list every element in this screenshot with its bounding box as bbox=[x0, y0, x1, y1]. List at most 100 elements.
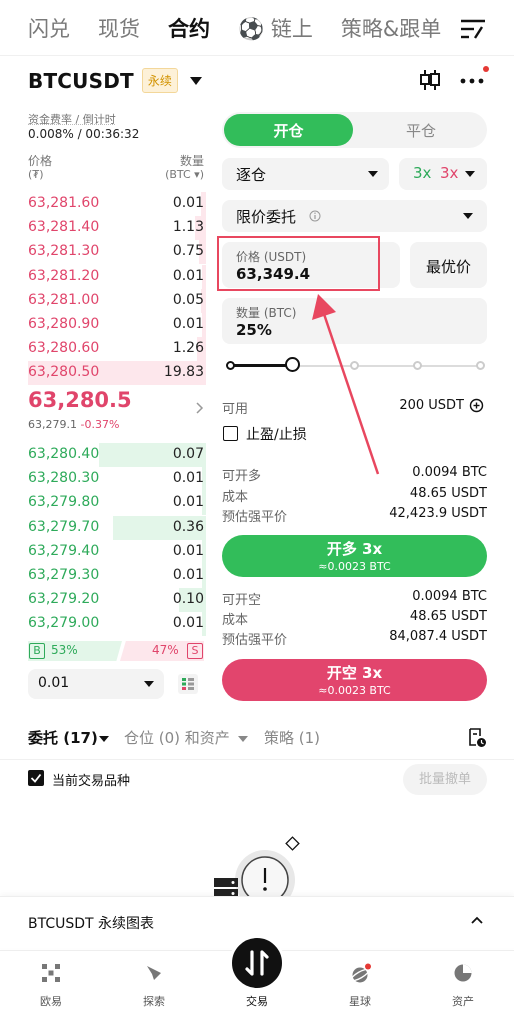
bid-row[interactable]: 63,279.20 0.10 bbox=[28, 588, 206, 613]
row-qty: 0.01 bbox=[172, 195, 204, 211]
slider-stop-75[interactable] bbox=[413, 361, 422, 370]
ask-row[interactable]: 63,281.60 0.01 bbox=[28, 192, 206, 216]
ask-row[interactable]: 63,280.90 0.01 bbox=[28, 313, 206, 337]
ask-row[interactable]: 63,281.30 0.75 bbox=[28, 240, 206, 265]
price-header: 价格 bbox=[28, 154, 53, 168]
short-max-label: 可开空 bbox=[222, 593, 262, 608]
qty-unit-selector[interactable]: (BTC ▾) bbox=[140, 168, 204, 181]
nav-assets[interactable]: 资产 bbox=[412, 951, 514, 1022]
open-short-sub: ≈0.0023 BTC bbox=[318, 684, 391, 697]
row-qty: 0.01 bbox=[172, 542, 204, 559]
mark-price-row: 63,279.1 -0.37% bbox=[28, 418, 119, 431]
quantity-value: 25% bbox=[236, 321, 272, 339]
long-max-label: 可开多 bbox=[222, 469, 262, 484]
nav-okx[interactable]: 欧易 bbox=[0, 951, 102, 1022]
buy-ratio: 53% bbox=[51, 643, 78, 657]
slider-stop-0[interactable] bbox=[226, 361, 235, 370]
candlestick-chart-icon[interactable] bbox=[418, 68, 442, 92]
empty-state-icon bbox=[214, 836, 300, 898]
funding-label[interactable]: 资金费率 / 倒计时 bbox=[28, 111, 116, 127]
chevron-up-icon[interactable] bbox=[470, 915, 484, 925]
bid-row[interactable]: 63,279.70 0.36 bbox=[28, 515, 206, 540]
short-cost-label: 成本 bbox=[222, 613, 249, 628]
tab-strategy-copy[interactable]: 策略&跟单 bbox=[341, 13, 441, 43]
bid-row[interactable]: 63,279.00 0.01 bbox=[28, 612, 206, 637]
available-label: 可用 bbox=[222, 402, 249, 417]
best-price-button[interactable]: 最优价 bbox=[410, 242, 487, 288]
slider-thumb[interactable] bbox=[285, 357, 300, 372]
tab-spot[interactable]: 现货 bbox=[98, 13, 140, 43]
short-cost-row: 成本 48.65 USDT bbox=[222, 609, 487, 628]
tab-positions[interactable]: 仓位 (0) 和资产 bbox=[124, 727, 230, 748]
ask-row[interactable]: 63,281.20 0.01 bbox=[28, 264, 206, 289]
best-price-label: 最优价 bbox=[425, 258, 471, 276]
nav-explore[interactable]: 探索 bbox=[103, 951, 205, 1022]
more-icon[interactable] bbox=[459, 64, 491, 92]
row-qty: 0.75 bbox=[172, 243, 204, 260]
current-symbol-checkbox[interactable] bbox=[28, 770, 44, 786]
bottom-nav: 欧易 探索 交易 星球 资产 bbox=[0, 935, 514, 1022]
buy-badge: B bbox=[29, 643, 45, 659]
quantity-label: 数量 (BTC) bbox=[236, 306, 297, 320]
tab-futures[interactable]: 合约 bbox=[168, 13, 210, 43]
row-price: 63,281.00 bbox=[28, 291, 100, 308]
tab-onchain[interactable]: ⚽ 链上 bbox=[238, 13, 313, 43]
chart-drawer-label: BTCUSDT 永续图表 bbox=[28, 916, 155, 932]
annotation-highlight-box bbox=[217, 236, 380, 291]
top-nav: 闪兑 现货 合约 ⚽ 链上 策略&跟单 bbox=[0, 0, 514, 56]
long-liq-label: 预估强平价 bbox=[222, 510, 288, 525]
menu-edit-icon[interactable] bbox=[460, 18, 486, 40]
chevron-right-icon[interactable] bbox=[196, 402, 204, 414]
long-liq-row: 预估强平价 42,423.9 USDT bbox=[222, 506, 487, 525]
slider-stop-100[interactable] bbox=[476, 361, 485, 370]
bid-row[interactable]: 63,279.40 0.01 bbox=[28, 539, 206, 564]
tab-flash-swap[interactable]: 闪兑 bbox=[28, 13, 70, 43]
order-history-icon[interactable] bbox=[466, 727, 488, 749]
chevron-down-icon bbox=[189, 76, 202, 85]
info-icon[interactable] bbox=[309, 210, 321, 222]
add-funds-icon[interactable] bbox=[469, 398, 484, 413]
tpsl-label[interactable]: 止盈/止损 bbox=[246, 424, 307, 444]
open-long-button[interactable]: 开多 3x ≈0.0023 BTC bbox=[222, 535, 487, 577]
open-long-sub: ≈0.0023 BTC bbox=[318, 560, 391, 573]
short-max-value: 0.0094 BTC bbox=[412, 589, 487, 604]
bid-row[interactable]: 63,280.40 0.07 bbox=[28, 443, 206, 467]
ask-row[interactable]: 63,280.50 19.83 bbox=[28, 361, 206, 386]
tpsl-checkbox[interactable] bbox=[223, 426, 238, 441]
open-short-button[interactable]: 开空 3x ≈0.0023 BTC bbox=[222, 659, 487, 701]
batch-cancel-button[interactable]: 批量撤单 bbox=[403, 764, 487, 795]
row-price: 63,279.20 bbox=[28, 591, 100, 608]
precision-value: 0.01 bbox=[38, 675, 70, 691]
nav-planet[interactable]: 星球 bbox=[309, 951, 411, 1022]
annotation-arrow bbox=[312, 294, 380, 475]
short-cost-value: 48.65 USDT bbox=[409, 609, 487, 624]
sell-badge: S bbox=[187, 643, 203, 659]
leverage-select[interactable]: 3x 3x bbox=[399, 158, 487, 190]
bid-row[interactable]: 63,280.30 0.01 bbox=[28, 467, 206, 492]
long-max-row: 可开多 0.0094 BTC bbox=[222, 465, 487, 484]
orderbook-layout-icon[interactable] bbox=[176, 672, 200, 696]
tab-orders[interactable]: 委托 (17) bbox=[28, 727, 98, 748]
ask-row[interactable]: 63,281.40 1.13 bbox=[28, 216, 206, 241]
order-type-select[interactable]: 限价委托 bbox=[222, 200, 487, 232]
precision-select[interactable]: 0.01 bbox=[28, 669, 164, 699]
margin-mode-select[interactable]: 逐仓 bbox=[222, 158, 389, 190]
ask-row[interactable]: 63,281.00 0.05 bbox=[28, 288, 206, 313]
price-change: -0.37% bbox=[80, 418, 120, 431]
tab-close[interactable]: 平仓 bbox=[355, 114, 487, 146]
tab-strategy[interactable]: 策略 (1) bbox=[264, 727, 320, 748]
short-liq-value: 84,087.4 USDT bbox=[389, 629, 487, 644]
row-qty: 0.01 bbox=[172, 615, 204, 632]
row-qty: 1.26 bbox=[172, 340, 204, 357]
nav-trade[interactable]: 交易 bbox=[206, 935, 308, 1022]
bid-row[interactable]: 63,279.30 0.01 bbox=[28, 564, 206, 588]
bid-row[interactable]: 63,279.80 0.01 bbox=[28, 491, 206, 516]
symbol-name: BTCUSDT bbox=[28, 68, 134, 93]
current-symbol-label[interactable]: 当前交易品种 bbox=[52, 770, 130, 789]
symbol-selector[interactable]: BTCUSDT 永续 bbox=[28, 68, 202, 93]
nav-okx-label: 欧易 bbox=[40, 995, 62, 1008]
nav-explore-label: 探索 bbox=[143, 995, 165, 1008]
row-price: 63,279.30 bbox=[28, 567, 100, 583]
ask-row[interactable]: 63,280.60 1.26 bbox=[28, 337, 206, 362]
tab-open[interactable]: 开仓 bbox=[224, 114, 353, 146]
